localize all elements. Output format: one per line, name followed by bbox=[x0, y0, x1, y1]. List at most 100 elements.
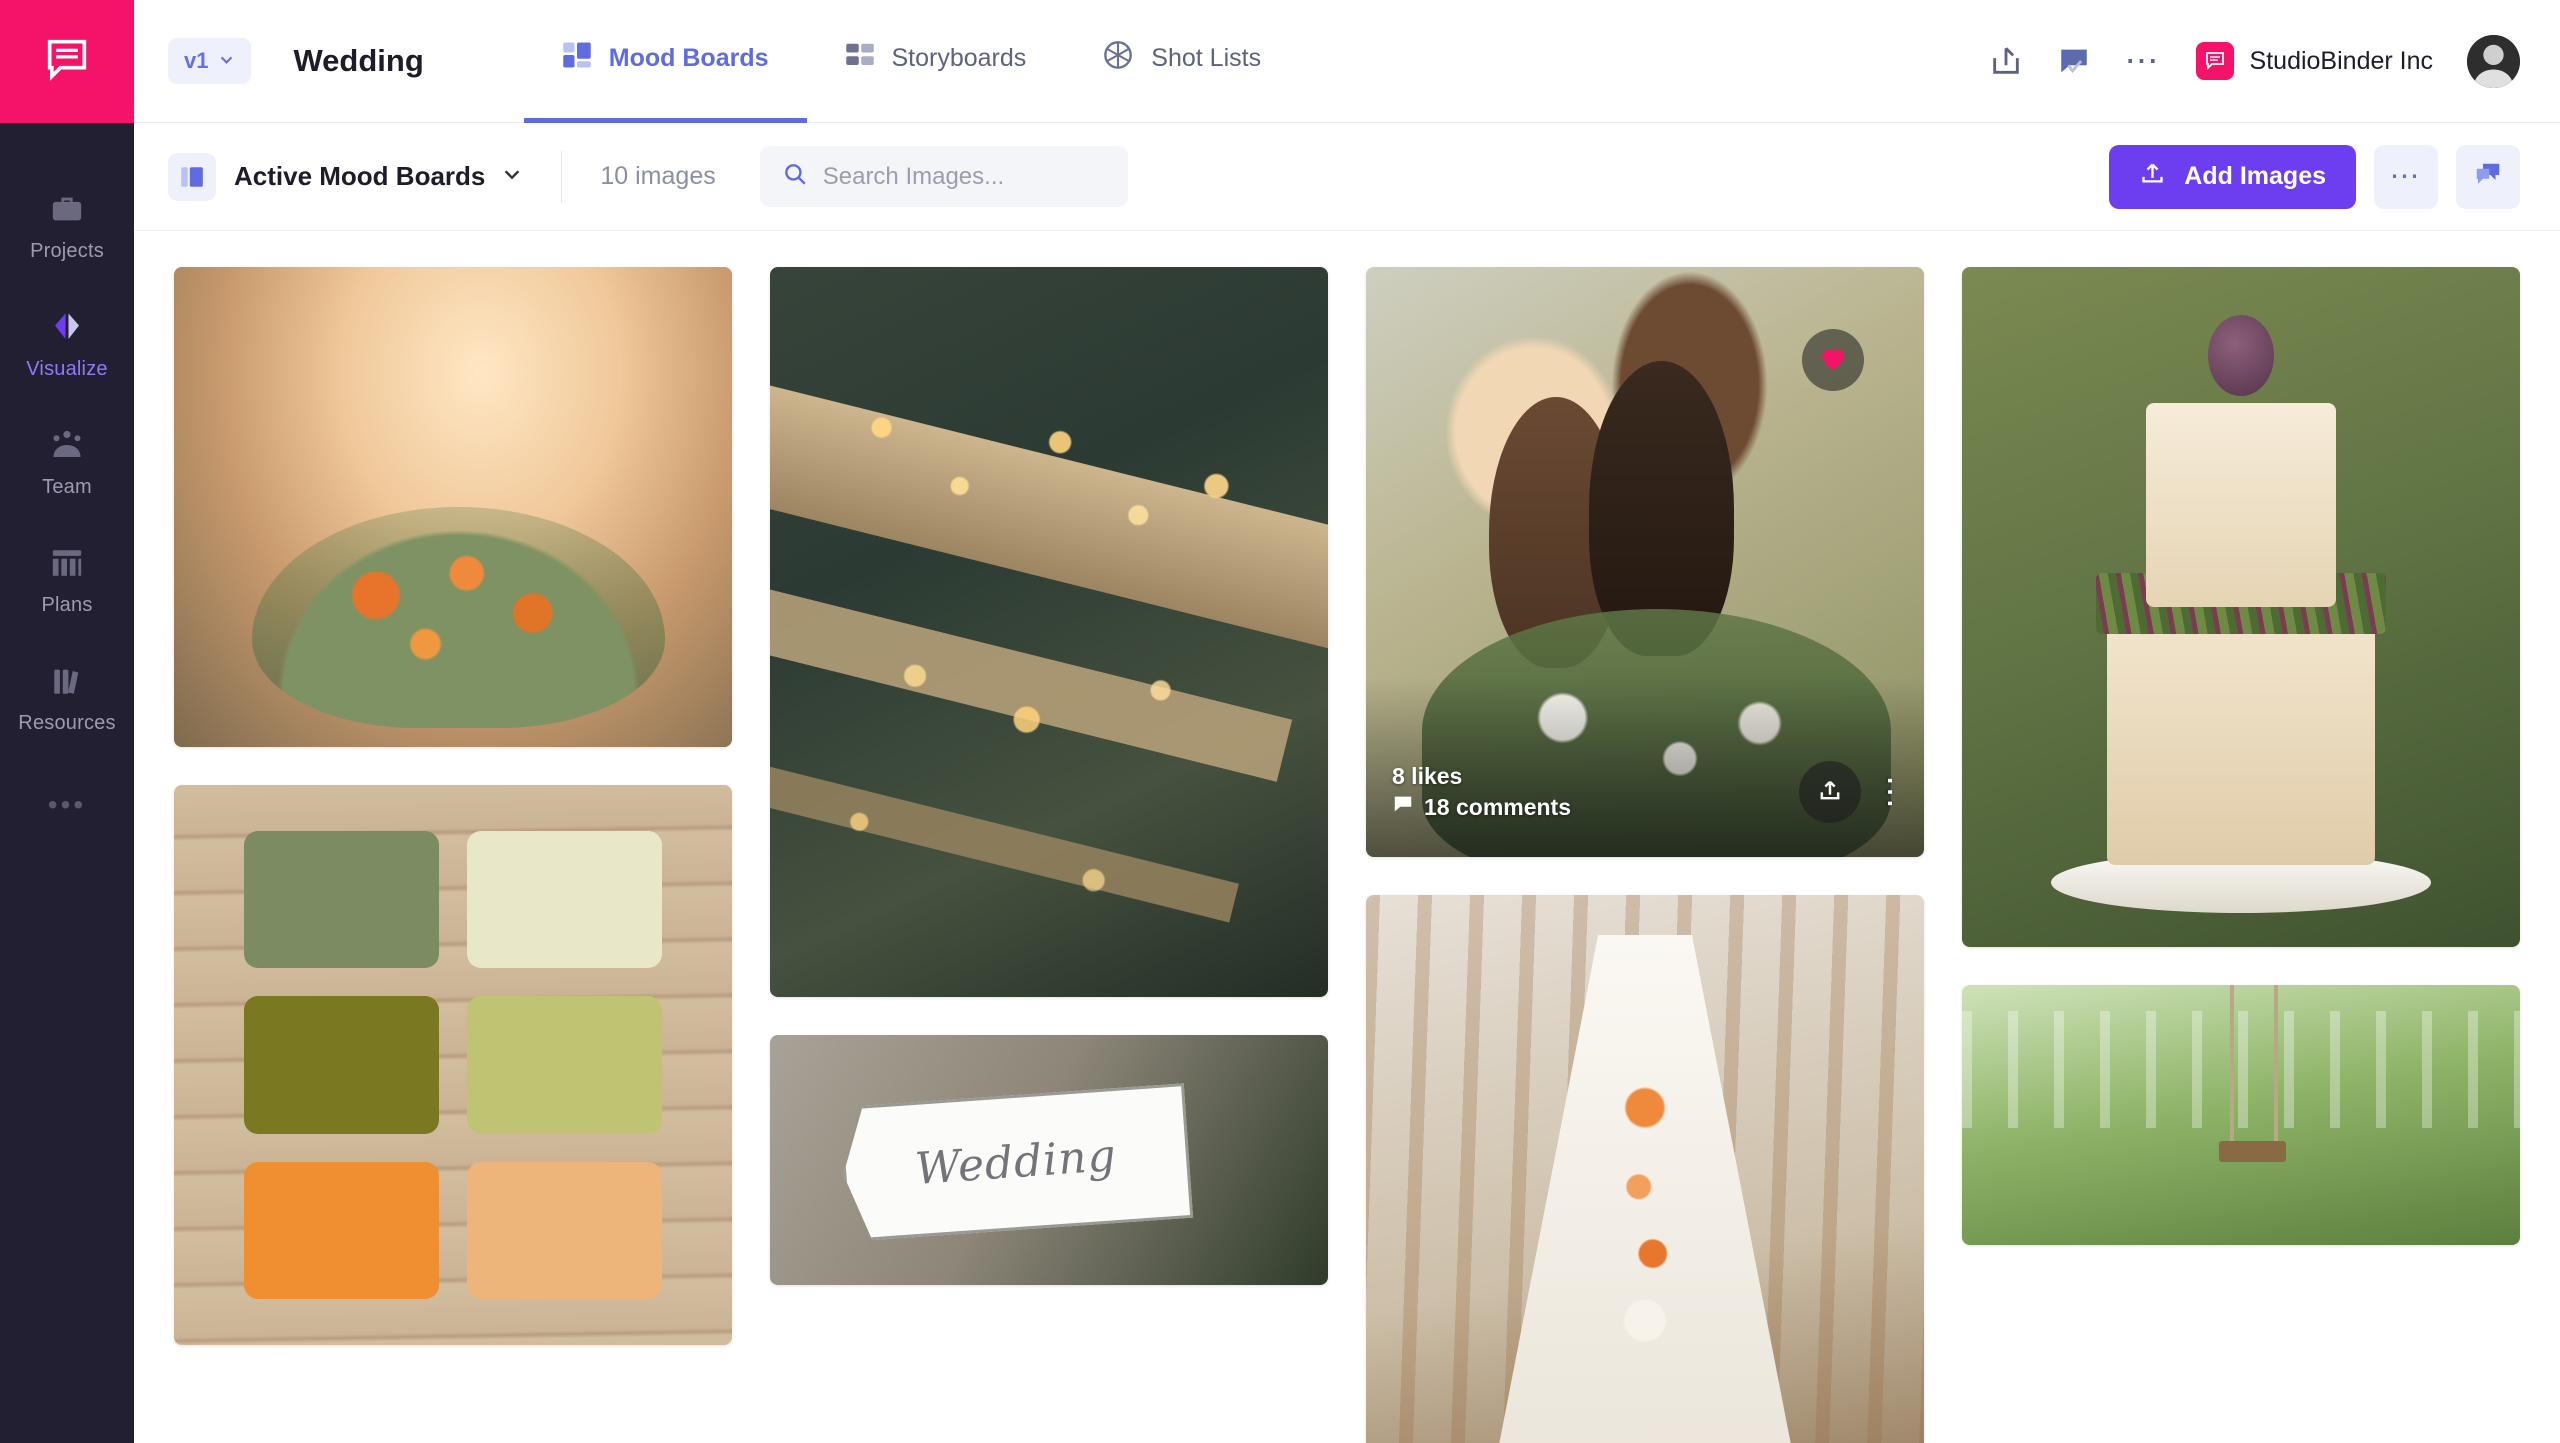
sign-text: Wedding bbox=[913, 1130, 1118, 1195]
studiobinder-logo-icon bbox=[2195, 42, 2234, 80]
add-images-label: Add Images bbox=[2184, 162, 2326, 190]
card-color-palette-wood[interactable] bbox=[174, 785, 732, 1345]
upload-icon bbox=[2139, 160, 2166, 194]
tab-label: Storyboards bbox=[891, 44, 1027, 72]
app-root: Projects Visualize Team Plans Resources … bbox=[0, 0, 2560, 1443]
color-swatch bbox=[244, 831, 439, 969]
card-image bbox=[1962, 985, 2520, 1245]
sidebar-item-label: Resources bbox=[18, 712, 116, 734]
sidebar-item-label: Projects bbox=[30, 240, 104, 262]
card-overlay: 8 likes 18 comments ⋯ bbox=[1366, 677, 1924, 857]
organization-name: StudioBinder Inc bbox=[2249, 46, 2433, 75]
main-area: v1 Wedding Mood Boards Storyboards Shot … bbox=[134, 0, 2560, 1443]
left-sidebar: Projects Visualize Team Plans Resources … bbox=[0, 0, 134, 1443]
sidebar-item-label: Team bbox=[42, 476, 92, 498]
chevron-down-icon bbox=[218, 48, 235, 74]
mood-board-grid-icon bbox=[562, 40, 592, 77]
board-comments-button[interactable] bbox=[2456, 144, 2520, 209]
books-icon bbox=[50, 661, 84, 701]
aperture-icon bbox=[1102, 39, 1134, 78]
gem-icon bbox=[49, 307, 85, 347]
card-actions: ⋯ bbox=[1799, 761, 1909, 823]
color-swatch bbox=[244, 1161, 439, 1299]
board-panel-icon bbox=[168, 152, 216, 201]
card-image bbox=[1366, 895, 1924, 1443]
share-up-icon bbox=[1816, 776, 1844, 809]
search-input[interactable] bbox=[822, 162, 1106, 191]
card-naked-wedding-cake[interactable] bbox=[1962, 267, 2520, 947]
tab-label: Mood Boards bbox=[608, 44, 769, 72]
like-button[interactable] bbox=[1802, 329, 1864, 391]
sidebar-item-plans[interactable]: Plans bbox=[0, 543, 134, 661]
tab-mood-boards[interactable]: Mood Boards bbox=[523, 0, 807, 123]
page-title: Wedding bbox=[293, 43, 424, 78]
card-image bbox=[770, 267, 1328, 997]
columns-icon bbox=[50, 543, 84, 583]
briefcase-icon bbox=[50, 189, 84, 229]
sidebar-item-label: Plans bbox=[41, 594, 93, 616]
storyboard-grid-icon bbox=[845, 40, 875, 77]
sign-plate: Wedding bbox=[838, 1083, 1193, 1242]
sidebar-item-visualize[interactable]: Visualize bbox=[0, 307, 134, 425]
card-couple-kissing[interactable]: 8 likes 18 comments ⋯ bbox=[1366, 267, 1924, 857]
color-swatch bbox=[467, 1161, 662, 1299]
board-more-button[interactable]: ⋯ bbox=[2374, 144, 2438, 209]
studiobinder-chat-logo-icon bbox=[41, 33, 93, 90]
search-box[interactable] bbox=[759, 146, 1128, 207]
chevron-down-icon[interactable] bbox=[501, 163, 523, 190]
header-actions: ⋯ StudioBinder Inc bbox=[1989, 34, 2520, 88]
sidebar-item-projects[interactable]: Projects bbox=[0, 189, 134, 307]
search-icon bbox=[782, 161, 808, 192]
ellipsis-icon[interactable]: ⋯ bbox=[2125, 43, 2162, 78]
card-image bbox=[1962, 267, 2520, 947]
version-label: v1 bbox=[184, 48, 209, 73]
tab-storyboards[interactable]: Storyboards bbox=[807, 0, 1065, 123]
organization-selector[interactable]: StudioBinder Inc bbox=[2195, 42, 2433, 80]
card-garden-swing-ceremony[interactable] bbox=[1962, 985, 2520, 1245]
version-selector[interactable]: v1 bbox=[168, 38, 252, 84]
toolbar-actions: Add Images ⋯ bbox=[2109, 144, 2520, 209]
color-swatch-grid bbox=[174, 785, 732, 1345]
app-header: v1 Wedding Mood Boards Storyboards Shot … bbox=[134, 0, 2560, 123]
sidebar-more-button[interactable]: ••• bbox=[48, 779, 86, 819]
comment-bubble-icon bbox=[2473, 160, 2503, 193]
comments-count: 18 comments bbox=[1424, 793, 1572, 820]
ellipsis-icon: ⋯ bbox=[2389, 159, 2423, 193]
board-toolbar: Active Mood Boards 10 images Search Imag… bbox=[134, 123, 2560, 231]
sidebar-item-resources[interactable]: Resources bbox=[0, 661, 134, 779]
share-icon[interactable] bbox=[1989, 44, 2023, 78]
card-more-button[interactable]: ⋯ bbox=[1871, 775, 1909, 809]
comments-row: 18 comments bbox=[1392, 792, 1571, 823]
sidebar-item-label: Visualize bbox=[26, 358, 108, 380]
likes-count: 8 likes bbox=[1392, 762, 1463, 789]
card-image: Wedding bbox=[770, 1035, 1328, 1285]
mood-board-canvas[interactable]: Wedding 8 likes 18 comments ⋯ bbox=[134, 231, 2560, 1443]
card-share-button[interactable] bbox=[1799, 761, 1861, 823]
comment-check-icon[interactable] bbox=[2057, 44, 2091, 78]
card-wedding-sign[interactable]: Wedding bbox=[770, 1035, 1328, 1285]
card-string-lights-fence[interactable] bbox=[770, 267, 1328, 997]
likes-row: 8 likes bbox=[1392, 761, 1571, 792]
image-count-label: 10 images bbox=[600, 162, 716, 190]
sidebar-item-team[interactable]: Team bbox=[0, 425, 134, 543]
toolbar-divider bbox=[561, 150, 563, 203]
comment-bubble-icon bbox=[1392, 792, 1414, 823]
primary-tabs: Mood Boards Storyboards Shot Lists bbox=[523, 0, 1299, 123]
sidebar-nav: Projects Visualize Team Plans Resources … bbox=[0, 123, 134, 819]
card-reception-table[interactable] bbox=[1366, 895, 1924, 1443]
color-swatch bbox=[244, 996, 439, 1134]
card-holding-hands-bouquet[interactable] bbox=[174, 267, 732, 747]
tab-label: Shot Lists bbox=[1151, 44, 1262, 72]
add-images-button[interactable]: Add Images bbox=[2109, 144, 2356, 209]
card-image bbox=[174, 267, 732, 747]
card-stats: 8 likes 18 comments bbox=[1392, 761, 1571, 823]
tab-shot-lists[interactable]: Shot Lists bbox=[1064, 0, 1299, 123]
heart-icon bbox=[1817, 342, 1849, 379]
people-icon bbox=[49, 425, 85, 465]
card-image bbox=[174, 785, 732, 1345]
color-swatch bbox=[467, 831, 662, 969]
avatar[interactable] bbox=[2467, 34, 2520, 88]
studiobinder-logo-tile[interactable] bbox=[0, 0, 134, 123]
image-masonry-grid: Wedding 8 likes 18 comments ⋯ bbox=[174, 267, 2520, 1443]
board-selector-label[interactable]: Active Mood Boards bbox=[234, 161, 485, 192]
